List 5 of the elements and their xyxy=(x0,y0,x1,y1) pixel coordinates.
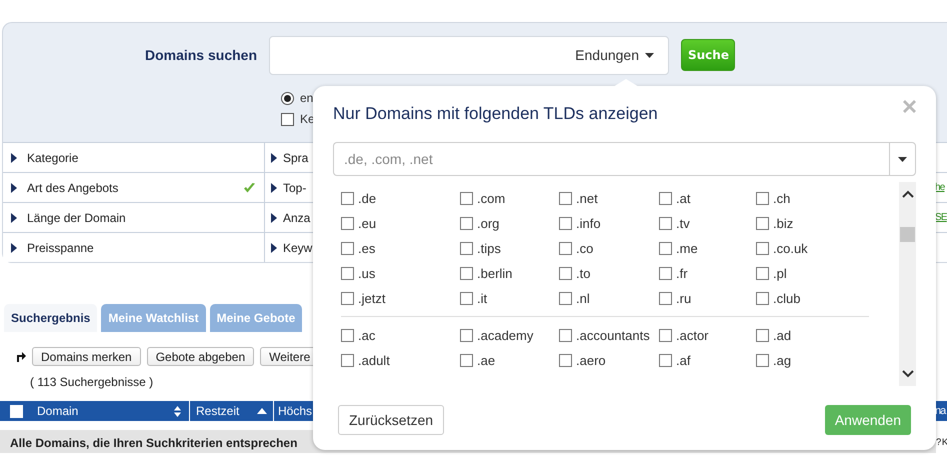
search-label: Domains suchen xyxy=(144,47,258,63)
popover-title: Nur Domains mit folgenden TLDs anzeigen xyxy=(333,104,658,124)
option-label: en xyxy=(300,91,314,105)
table-cell-text: ? K xyxy=(936,436,947,450)
result-count: ( 113 Suchergebnisse ) xyxy=(30,375,154,389)
